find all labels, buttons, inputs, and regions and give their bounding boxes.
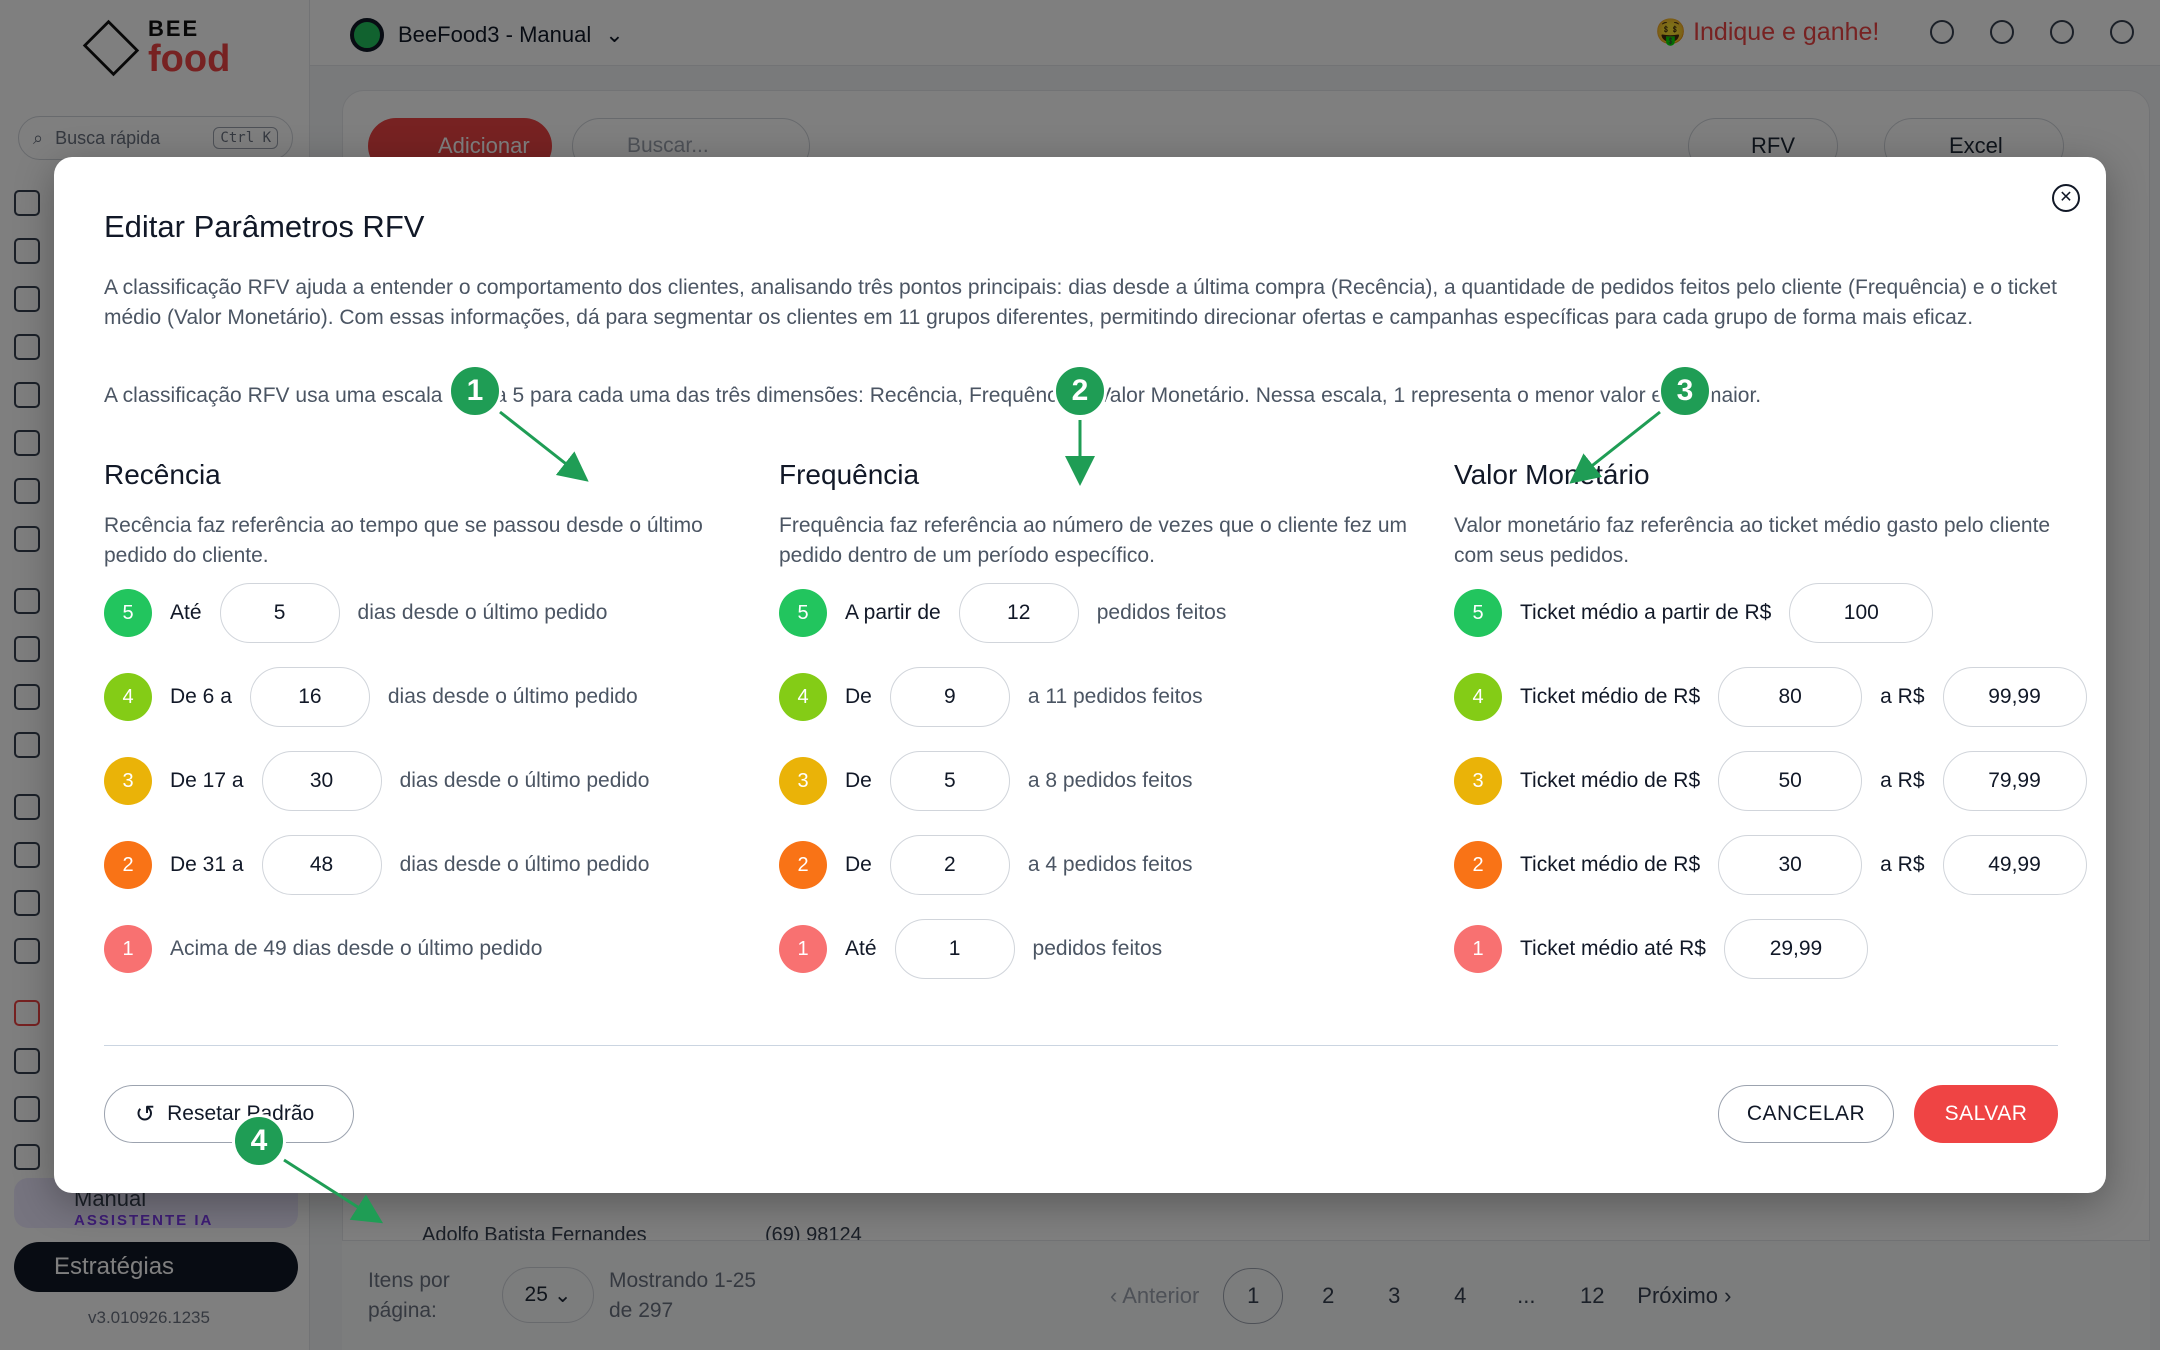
frequency-row-4: 4 De 9 a 11 pedidos feitos: [779, 667, 1203, 727]
row-prefix: A partir de: [845, 601, 941, 624]
monetary-section: Valor Monetário Valor monetário faz refe…: [1454, 459, 2094, 979]
monetary-2-max-input[interactable]: 49,99: [1942, 835, 2087, 895]
annotation-marker-1: 1: [448, 364, 502, 418]
score-badge: 1: [104, 925, 152, 973]
monetary-1-input[interactable]: 29,99: [1723, 919, 1868, 979]
frequency-row-3: 3 De 5 a 8 pedidos feitos: [779, 751, 1192, 811]
score-badge: 5: [779, 589, 827, 637]
row-suffix: dias desde o último pedido: [387, 685, 638, 708]
row-prefix: Ticket médio a partir de R$: [1520, 601, 1772, 624]
score-badge: 3: [104, 757, 152, 805]
monetary-row-4: 4 Ticket médio de R$ 80 a R$ 99,99: [1454, 667, 2087, 727]
reset-icon: ↺: [135, 1100, 156, 1128]
frequency-4-input[interactable]: 9: [889, 667, 1010, 727]
row-prefix: Ticket médio de R$: [1520, 769, 1701, 792]
modal-description: A classificação RFV ajuda a entender o c…: [104, 276, 2057, 329]
recency-row-2: 2 De 31 a 48 dias desde o último pedido: [104, 835, 649, 895]
frequency-row-1: 1 Até 1 pedidos feitos: [779, 919, 1162, 979]
recency-row-3: 3 De 17 a 30 dias desde o último pedido: [104, 751, 649, 811]
score-badge: 4: [779, 673, 827, 721]
score-badge: 3: [1454, 757, 1502, 805]
recency-5-input[interactable]: 5: [219, 583, 340, 643]
frequency-1-input[interactable]: 1: [894, 919, 1015, 979]
monetary-5-input[interactable]: 100: [1789, 583, 1934, 643]
row-suffix: dias desde o último pedido: [357, 601, 608, 624]
score-badge: 2: [779, 841, 827, 889]
row-prefix: De: [845, 853, 872, 876]
monetary-row-3: 3 Ticket médio de R$ 50 a R$ 79,99: [1454, 751, 2087, 811]
row-middle: a R$: [1880, 685, 1925, 708]
row-prefix: Ticket médio de R$: [1520, 685, 1701, 708]
close-button[interactable]: ✕: [2052, 184, 2080, 212]
score-badge: 1: [1454, 925, 1502, 973]
close-icon: ✕: [2059, 189, 2073, 206]
recency-row-5: 5 Até 5 dias desde o último pedido: [104, 583, 607, 643]
footer-divider: [104, 1045, 2058, 1046]
row-prefix: De: [845, 685, 872, 708]
row-suffix: a 4 pedidos feitos: [1027, 853, 1193, 876]
recency-title: Recência: [104, 459, 221, 490]
cancel-button[interactable]: CANCELAR: [1718, 1085, 1894, 1143]
row-middle: a R$: [1880, 769, 1925, 792]
cancel-label: CANCELAR: [1746, 1102, 1866, 1125]
frequency-2-input[interactable]: 2: [889, 835, 1010, 895]
monetary-row-1: 1 Ticket médio até R$ 29,99: [1454, 919, 1868, 979]
score-badge: 2: [1454, 841, 1502, 889]
score-badge: 3: [779, 757, 827, 805]
monetary-2-min-input[interactable]: 30: [1718, 835, 1863, 895]
score-badge: 5: [1454, 589, 1502, 637]
monetary-description: Valor monetário faz referência ao ticket…: [1454, 514, 2051, 567]
annotation-marker-4: 4: [232, 1114, 286, 1168]
frequency-row-2: 2 De 2 a 4 pedidos feitos: [779, 835, 1192, 895]
row-suffix: a 8 pedidos feitos: [1027, 769, 1193, 792]
row-suffix: dias desde o último pedido: [399, 853, 650, 876]
monetary-3-max-input[interactable]: 79,99: [1942, 751, 2087, 811]
monetary-row-2: 2 Ticket médio de R$ 30 a R$ 49,99: [1454, 835, 2087, 895]
reset-default-button[interactable]: ↺ Resetar Padrão: [104, 1085, 354, 1143]
frequency-section: Frequência Frequência faz referência ao …: [779, 459, 1419, 979]
row-prefix: Ticket médio de R$: [1520, 853, 1701, 876]
row-prefix: De 17 a: [170, 769, 244, 792]
row-prefix: Ticket médio até R$: [1520, 937, 1706, 960]
row-text: Acima de 49 dias desde o último pedido: [170, 937, 543, 960]
monetary-row-5: 5 Ticket médio a partir de R$ 100: [1454, 583, 1934, 643]
score-badge: 1: [779, 925, 827, 973]
modal-title: Editar Parâmetros RFV: [104, 209, 425, 244]
monetary-4-min-input[interactable]: 80: [1718, 667, 1863, 727]
recency-section: Recência Recência faz referência ao temp…: [104, 459, 744, 973]
save-button[interactable]: SALVAR: [1914, 1085, 2058, 1143]
score-badge: 2: [104, 841, 152, 889]
row-suffix: dias desde o último pedido: [399, 769, 650, 792]
frequency-3-input[interactable]: 5: [889, 751, 1010, 811]
recency-2-input[interactable]: 48: [261, 835, 382, 895]
row-suffix: pedidos feitos: [1096, 601, 1227, 624]
recency-3-input[interactable]: 30: [261, 751, 382, 811]
frequency-description: Frequência faz referência ao número de v…: [779, 514, 1408, 567]
edit-rfv-modal: ✕ Editar Parâmetros RFV A classificação …: [54, 157, 2106, 1193]
row-suffix: a 11 pedidos feitos: [1027, 685, 1203, 708]
monetary-4-max-input[interactable]: 99,99: [1942, 667, 2087, 727]
monetary-3-min-input[interactable]: 50: [1718, 751, 1863, 811]
row-prefix: Até: [170, 601, 202, 624]
row-prefix: Até: [845, 937, 877, 960]
annotation-marker-2: 2: [1053, 364, 1107, 418]
score-badge: 5: [104, 589, 152, 637]
monetary-title: Valor Monetário: [1454, 459, 1650, 490]
annotation-marker-3: 3: [1658, 364, 1712, 418]
row-suffix: pedidos feitos: [1032, 937, 1163, 960]
frequency-row-5: 5 A partir de 12 pedidos feitos: [779, 583, 1226, 643]
save-label: SALVAR: [1944, 1102, 2028, 1125]
recency-row-4: 4 De 6 a 16 dias desde o último pedido: [104, 667, 638, 727]
row-prefix: De 6 a: [170, 685, 232, 708]
recency-description: Recência faz referência ao tempo que se …: [104, 514, 703, 567]
score-badge: 4: [104, 673, 152, 721]
score-badge: 4: [1454, 673, 1502, 721]
row-prefix: De 31 a: [170, 853, 244, 876]
row-middle: a R$: [1880, 853, 1925, 876]
recency-4-input[interactable]: 16: [249, 667, 370, 727]
frequency-5-input[interactable]: 12: [958, 583, 1079, 643]
frequency-title: Frequência: [779, 459, 920, 490]
recency-row-1: 1 Acima de 49 dias desde o último pedido: [104, 919, 542, 979]
row-prefix: De: [845, 769, 872, 792]
